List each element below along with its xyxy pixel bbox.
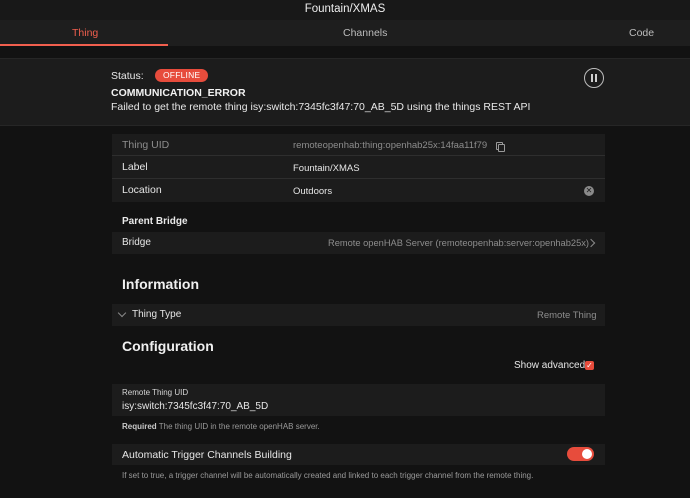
status-label: Status: — [111, 70, 144, 82]
window-title: Fountain/XMAS — [0, 0, 690, 20]
trigger-toggle[interactable] — [567, 447, 594, 461]
status-badge: OFFLINE — [155, 69, 209, 82]
thing-uid-value: remoteopenhab:thing:openhab25x:14faa11f7… — [293, 140, 488, 151]
tab-channels[interactable]: Channels — [343, 20, 387, 46]
show-advanced-label: Show advanced — [514, 360, 586, 371]
bridge-row[interactable]: Bridge Remote openHAB Server (remoteopen… — [112, 232, 605, 254]
tab-code[interactable]: Code — [629, 20, 654, 46]
thing-type-row[interactable]: Thing Type Remote Thing — [112, 304, 605, 326]
remote-uid-field[interactable]: Remote Thing UID isy:switch:7345fc3f47:7… — [112, 384, 605, 416]
spacer — [0, 46, 690, 58]
bridge-label: Bridge — [122, 237, 151, 248]
copy-icon[interactable] — [496, 142, 505, 152]
tab-thing[interactable]: Thing — [72, 20, 98, 46]
show-advanced-checkbox[interactable]: ✓ — [585, 361, 594, 370]
status-detail-code: COMMUNICATION_ERROR — [111, 87, 246, 99]
label-row[interactable]: Label Fountain/XMAS — [112, 156, 605, 179]
thing-uid-row: Thing UID remoteopenhab:thing:openhab25x… — [112, 134, 605, 156]
tab-bar: Thing Channels Code — [0, 20, 690, 46]
trigger-hint: If set to true, a trigger channel will b… — [122, 471, 534, 480]
information-title: Information — [122, 276, 199, 292]
remote-uid-label: Remote Thing UID — [122, 388, 189, 397]
remote-uid-input[interactable]: isy:switch:7345fc3f47:70_AB_5D — [122, 401, 268, 412]
location-row[interactable]: Location Outdoors ✕ — [112, 179, 605, 201]
label-field[interactable]: Fountain/XMAS — [293, 163, 360, 174]
chevron-down-icon[interactable] — [117, 308, 127, 318]
clear-icon[interactable]: ✕ — [584, 186, 594, 196]
required-label: Required — [122, 422, 157, 431]
status-card — [0, 58, 690, 126]
pause-icon[interactable] — [584, 68, 604, 88]
location-field[interactable]: Outdoors — [293, 186, 332, 197]
thing-type-value: Remote Thing — [537, 310, 597, 321]
configuration-title: Configuration — [122, 338, 214, 354]
status-detail-message: Failed to get the remote thing isy:switc… — [111, 101, 531, 113]
thing-details-list: Thing UID remoteopenhab:thing:openhab25x… — [112, 134, 605, 202]
trigger-row[interactable]: Automatic Trigger Channels Building — [112, 444, 605, 465]
thing-type-label: Thing Type — [132, 309, 182, 320]
remote-uid-hint-text: The thing UID in the remote openHAB serv… — [158, 422, 320, 431]
remote-uid-hint: Required The thing UID in the remote ope… — [122, 422, 320, 431]
label-label: Label — [122, 161, 148, 173]
parent-bridge-title: Parent Bridge — [122, 216, 188, 227]
thing-uid-label: Thing UID — [122, 139, 170, 151]
location-label: Location — [122, 184, 162, 196]
bridge-value: Remote openHAB Server (remoteopenhab:ser… — [328, 238, 589, 248]
trigger-label: Automatic Trigger Channels Building — [122, 449, 292, 461]
